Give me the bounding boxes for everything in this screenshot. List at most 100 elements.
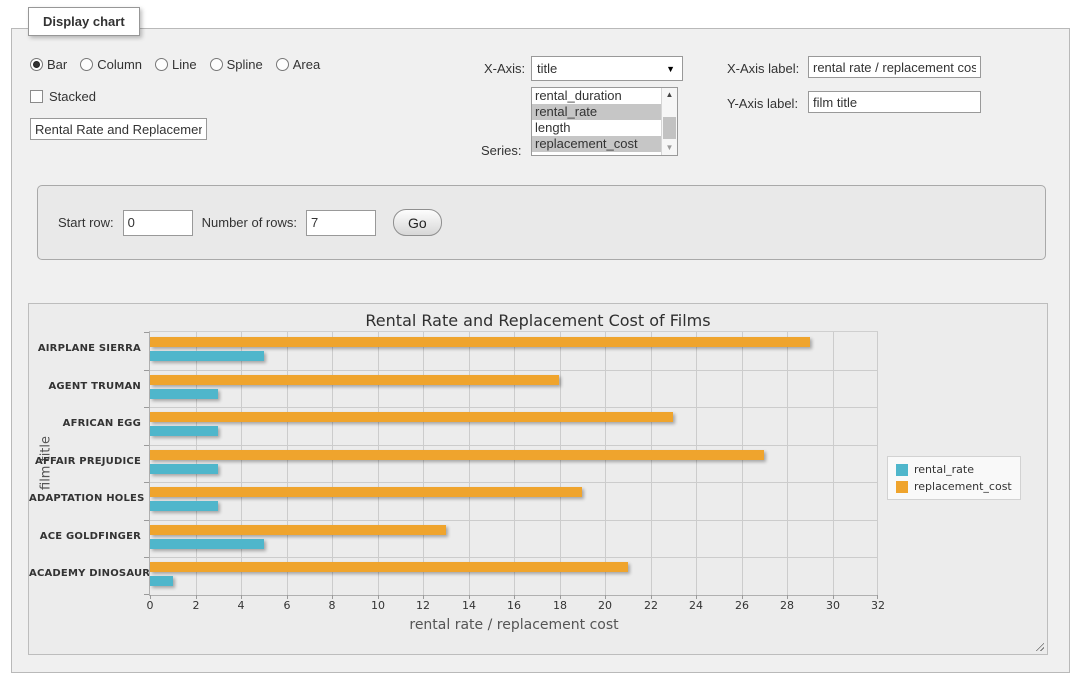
plot-area: rental rate / replacement cost 024681012… (149, 331, 878, 596)
series-option-replacement_cost[interactable]: replacement_cost (532, 136, 661, 152)
bar-replacement_cost (150, 525, 446, 535)
series-option-length[interactable]: length (532, 120, 661, 136)
gridline-horizontal (150, 445, 878, 446)
gridline-vertical (332, 332, 333, 595)
gridline-horizontal (150, 520, 878, 521)
y-tick-mark (144, 557, 149, 558)
chart-type-bar[interactable]: Bar (30, 57, 67, 72)
gridline-vertical (287, 332, 288, 595)
series-listbox-scrollbar[interactable]: ▲ ▼ (661, 88, 677, 155)
chart-type-column[interactable]: Column (80, 57, 142, 72)
scroll-up-icon[interactable]: ▲ (662, 88, 677, 102)
fieldset-legend-title: Display chart (28, 7, 140, 36)
x-axis-select[interactable]: title ▼ (531, 56, 683, 81)
gridline-horizontal (150, 557, 878, 558)
x-tick-label: 28 (767, 599, 807, 612)
bar-replacement_cost (150, 562, 628, 572)
y-axis-label-input[interactable] (808, 91, 981, 113)
x-axis-label-input[interactable] (808, 56, 981, 78)
bar-rental_rate (150, 351, 264, 361)
gridline-vertical (787, 332, 788, 595)
start-row-input[interactable] (123, 210, 193, 236)
go-button[interactable]: Go (393, 209, 442, 236)
radio-icon[interactable] (155, 58, 168, 71)
y-tick-mark (144, 445, 149, 446)
radio-icon[interactable] (30, 58, 43, 71)
x-axis-select-label: X-Axis: (484, 61, 525, 76)
gridline-vertical (696, 332, 697, 595)
bar-rental_rate (150, 501, 218, 511)
scrollbar-thumb[interactable] (663, 117, 676, 139)
x-tick-label: 12 (403, 599, 443, 612)
bar-rental_rate (150, 576, 173, 586)
gridline-vertical (560, 332, 561, 595)
series-listbox-options: rental_durationrental_ratelengthreplacem… (532, 88, 661, 155)
x-tick-label: 4 (221, 599, 261, 612)
x-axis-selected-value: title (537, 61, 666, 76)
radio-label: Bar (47, 57, 67, 72)
x-tick-label: 2 (176, 599, 216, 612)
radio-icon[interactable] (210, 58, 223, 71)
gridline-horizontal (150, 370, 878, 371)
bar-replacement_cost (150, 375, 559, 385)
radio-label: Spline (227, 57, 263, 72)
x-tick-label: 10 (358, 599, 398, 612)
chart-type-line[interactable]: Line (155, 57, 197, 72)
row-controls-panel: Start row: Number of rows: Go (37, 185, 1046, 260)
chevron-down-icon: ▼ (666, 64, 675, 74)
x-tick-label: 32 (858, 599, 898, 612)
category-label: ACADEMY DINOSAUR (29, 568, 141, 579)
chart-title: Rental Rate and Replacement Cost of Film… (29, 311, 1047, 330)
bar-replacement_cost (150, 487, 582, 497)
y-tick-mark (144, 482, 149, 483)
stacked-checkbox[interactable] (30, 90, 43, 103)
gridline-vertical (742, 332, 743, 595)
chart-type-spline[interactable]: Spline (210, 57, 263, 72)
y-axis-label-label: Y-Axis label: (727, 96, 798, 111)
radio-label: Column (97, 57, 142, 72)
gridline-vertical (877, 332, 878, 595)
chart-title-input[interactable] (30, 118, 207, 140)
radio-icon[interactable] (276, 58, 289, 71)
bar-replacement_cost (150, 337, 810, 347)
legend-item-rental_rate[interactable]: rental_rate (896, 463, 1012, 476)
gridline-horizontal (150, 407, 878, 408)
x-tick-label: 26 (722, 599, 762, 612)
stacked-checkbox-row[interactable]: Stacked (30, 89, 96, 104)
num-rows-input[interactable] (306, 210, 376, 236)
start-row-label: Start row: (58, 215, 114, 230)
x-tick-label: 14 (449, 599, 489, 612)
y-tick-mark (144, 407, 149, 408)
series-option-rental_duration[interactable]: rental_duration (532, 88, 661, 104)
bar-rental_rate (150, 464, 218, 474)
x-tick-label: 16 (494, 599, 534, 612)
legend-swatch (896, 464, 908, 476)
resize-handle-icon[interactable] (1034, 641, 1044, 651)
radio-label: Line (172, 57, 197, 72)
num-rows-label: Number of rows: (202, 215, 297, 230)
gridline-vertical (378, 332, 379, 595)
stacked-label: Stacked (49, 89, 96, 104)
x-tick-label: 22 (631, 599, 671, 612)
series-listbox[interactable]: rental_durationrental_ratelengthreplacem… (531, 87, 678, 156)
radio-icon[interactable] (80, 58, 93, 71)
series-option-rental_rate[interactable]: rental_rate (532, 104, 661, 120)
category-labels: AIRPLANE SIERRAAGENT TRUMANAFRICAN EGGAF… (29, 331, 141, 594)
legend-label: replacement_cost (914, 480, 1012, 493)
bar-rental_rate (150, 426, 218, 436)
chart-type-area[interactable]: Area (276, 57, 320, 72)
category-label: ACE GOLDFINGER (29, 531, 141, 542)
legend-item-replacement_cost[interactable]: replacement_cost (896, 480, 1012, 493)
bar-replacement_cost (150, 450, 764, 460)
x-tick-label: 24 (676, 599, 716, 612)
scroll-down-icon[interactable]: ▼ (662, 141, 677, 155)
y-tick-mark (144, 370, 149, 371)
x-tick-label: 6 (267, 599, 307, 612)
legend-label: rental_rate (914, 463, 974, 476)
y-tick-mark (144, 332, 149, 333)
bar-replacement_cost (150, 412, 673, 422)
chart-type-group: Bar Column Line Spline Area (30, 57, 320, 72)
gridline-vertical (605, 332, 606, 595)
bar-rental_rate (150, 389, 218, 399)
gridline-vertical (833, 332, 834, 595)
